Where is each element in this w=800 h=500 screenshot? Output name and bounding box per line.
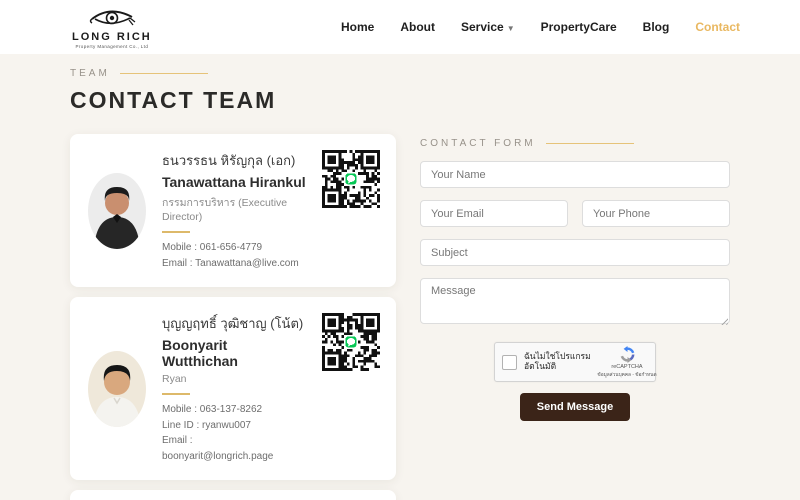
eye-logo-icon <box>89 10 136 26</box>
member-role: กรรมการบริหาร (Executive Director) <box>162 197 288 223</box>
logo-tagline: Property Management Co., Ltd <box>75 44 149 50</box>
nav-blog[interactable]: Blog <box>643 20 670 34</box>
team-card: ปาริชาติ จิตภักดี (เฟิร์น) Parichart Jit… <box>70 490 396 500</box>
nav-contact[interactable]: Contact <box>695 20 740 34</box>
recaptcha-label: ฉันไม่ใช่โปรแกรมอัตโนมัติ <box>524 351 591 371</box>
nav-propertycare[interactable]: PropertyCare <box>541 20 617 34</box>
page-title: CONTACT TEAM <box>70 87 277 113</box>
recaptcha-terms[interactable]: ข้อมูลส่วนบุคคล - ข้อกำหนด <box>597 371 656 379</box>
gold-divider-line <box>119 73 208 74</box>
member-mobile: Mobile : 061-656-4779 <box>162 242 263 253</box>
member-email: Email : boonyarit@longrich.page <box>162 435 274 462</box>
gold-divider-line <box>545 143 634 144</box>
header: LONG RICH Property Management Co., Ltd H… <box>0 0 800 54</box>
nav-home[interactable]: Home <box>341 20 374 34</box>
gold-divider <box>162 231 190 233</box>
member-name-en: Boonyarit Wutthichan <box>162 337 238 369</box>
name-input[interactable] <box>420 161 730 188</box>
line-qr-code[interactable] <box>322 150 380 208</box>
recaptcha-name: reCAPTCHA <box>611 363 643 370</box>
send-message-button[interactable]: Send Message <box>519 393 631 421</box>
logo[interactable]: LONG RICH Property Management Co., Ltd <box>72 4 152 50</box>
member-role: Ryan <box>162 373 187 385</box>
main-nav: Home About Service ▼ PropertyCare Blog Co… <box>341 20 740 34</box>
member-photo <box>88 172 146 249</box>
nav-about[interactable]: About <box>400 20 435 34</box>
chevron-down-icon: ▼ <box>506 24 515 33</box>
member-info: ธนวรรธน หิรัญกุล (เอก) Tanawattana Hiran… <box>162 150 306 271</box>
member-name-th: ธนวรรธน หิรัญกุล (เอก) <box>162 153 296 168</box>
main-content: TEAM CONTACT TEAM ธนวรรธน หิรัญกุล (เอก)… <box>0 54 800 500</box>
team-card: ธนวรรธน หิรัญกุล (เอก) Tanawattana Hiran… <box>70 134 396 287</box>
line-qr-code[interactable] <box>322 313 380 371</box>
recaptcha-widget: ฉันไม่ใช่โปรแกรมอัตโนมัติ reCAPTCHA ข้อม… <box>494 342 657 382</box>
contact-form: CONTACT FORM ฉันไม่ใช่โปรแกรมอัตโนมัติ <box>420 134 730 421</box>
logo-title: LONG RICH <box>72 31 152 44</box>
recaptcha-checkbox[interactable] <box>502 354 517 370</box>
member-photo <box>88 350 146 427</box>
section-eyebrow: TEAM <box>70 68 110 79</box>
nav-service[interactable]: Service ▼ <box>461 20 515 34</box>
member-name-th: บุญญฤทธิ์ วุฒิชาญ (โน้ต) <box>162 316 304 331</box>
team-list: ธนวรรธน หิรัญกุล (เอก) Tanawattana Hiran… <box>70 134 396 500</box>
member-name-en: Tanawattana Hirankul <box>162 174 306 190</box>
subject-input[interactable] <box>420 239 730 266</box>
member-info: บุญญฤทธิ์ วุฒิชาญ (โน้ต) Boonyarit Wutth… <box>162 313 306 464</box>
member-line-id: Line ID : ryanwu007 <box>162 419 251 431</box>
member-mobile: Mobile : 063-137-8262 <box>162 404 263 415</box>
recaptcha-logo-icon <box>620 345 634 363</box>
phone-input[interactable] <box>582 200 730 227</box>
recaptcha-brand: reCAPTCHA ข้อมูลส่วนบุคคล - ข้อกำหนด <box>597 345 657 379</box>
form-eyebrow: CONTACT FORM <box>420 138 536 149</box>
email-input[interactable] <box>420 200 568 227</box>
message-textarea[interactable] <box>420 278 730 324</box>
member-email: Email : Tanawattana@live.com <box>162 257 299 269</box>
team-card: บุญญฤทธิ์ วุฒิชาญ (โน้ต) Boonyarit Wutth… <box>70 297 396 480</box>
gold-divider <box>162 393 190 395</box>
